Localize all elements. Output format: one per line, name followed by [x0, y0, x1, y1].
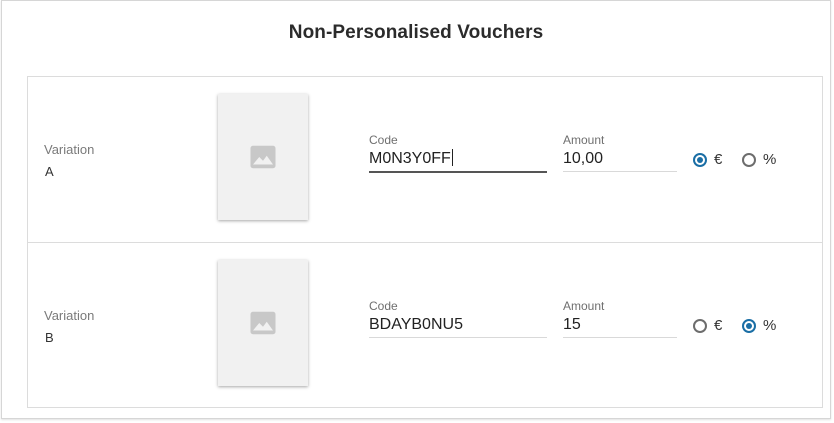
percent-radio[interactable]: %: [742, 317, 776, 334]
variation-label: Variation: [44, 308, 95, 323]
variation-value: A: [45, 164, 54, 179]
percent-radio[interactable]: %: [742, 151, 776, 168]
amount-label: Amount: [563, 133, 605, 147]
code-label: Code: [369, 133, 398, 147]
radio-checked-icon: [693, 152, 707, 167]
percent-option-label: %: [763, 151, 777, 168]
percent-option-label: %: [763, 317, 777, 334]
code-value: M0N3Y0FF: [369, 150, 451, 167]
amount-label: Amount: [563, 299, 605, 313]
image-placeholder-icon: [250, 311, 276, 335]
voucher-thumbnail[interactable]: [218, 94, 308, 220]
page-title: Non-Personalised Vouchers: [288, 22, 544, 43]
voucher-thumbnail[interactable]: [218, 260, 308, 386]
radio-unchecked-icon: [693, 318, 707, 333]
variation-row-b: Variation B Code BDAYB0NU5 Amount 15 € %: [28, 243, 822, 408]
text-caret: [451, 149, 453, 166]
euro-option-label: €: [714, 151, 723, 168]
euro-radio[interactable]: €: [693, 151, 722, 168]
image-placeholder-icon: [250, 145, 276, 169]
radio-unchecked-icon: [742, 152, 756, 167]
radio-checked-icon: [742, 318, 756, 333]
variations-table: Variation A Code M0N3Y0FF Amount 10,00 €…: [27, 76, 823, 408]
code-input[interactable]: M0N3Y0FF: [369, 149, 547, 173]
code-label: Code: [369, 299, 398, 313]
vouchers-panel: Non-Personalised Vouchers Variation A Co…: [1, 0, 831, 419]
euro-radio[interactable]: €: [693, 317, 722, 334]
code-input[interactable]: BDAYB0NU5: [369, 315, 547, 338]
variation-value: B: [45, 330, 54, 345]
variation-row-a: Variation A Code M0N3Y0FF Amount 10,00 €…: [28, 77, 822, 243]
variation-label: Variation: [44, 142, 95, 157]
amount-input[interactable]: 10,00: [563, 149, 677, 172]
euro-option-label: €: [714, 317, 723, 334]
amount-input[interactable]: 15: [563, 315, 677, 338]
